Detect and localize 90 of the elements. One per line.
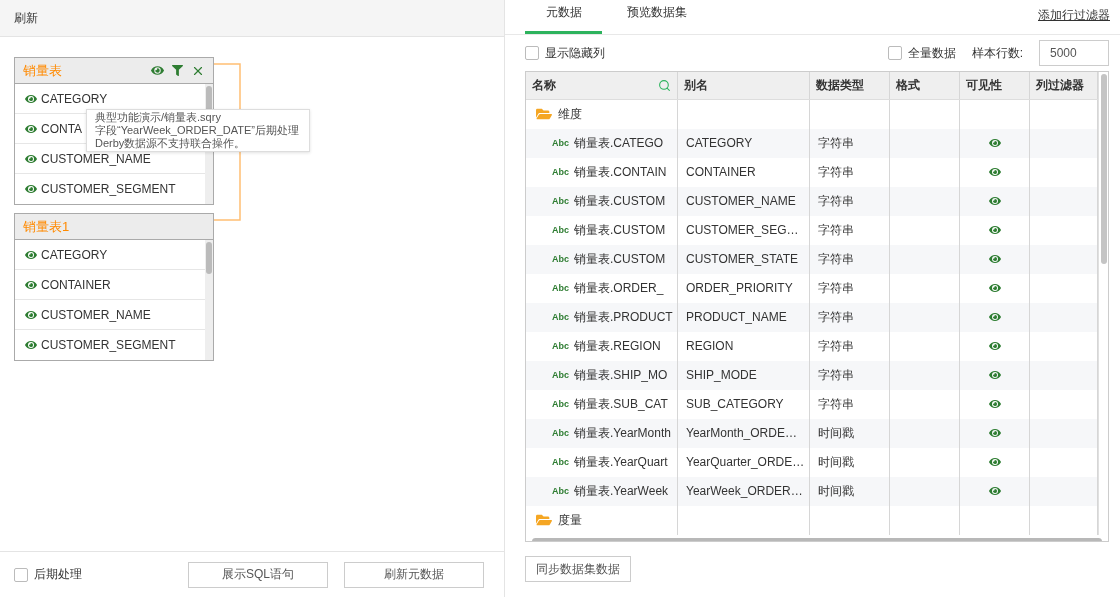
search-icon[interactable] [658,78,671,92]
filter-icon[interactable] [172,65,183,76]
table-cell: SHIP_MODE [678,360,810,390]
table-cell: Abc 销量表.CATEGO [526,128,678,158]
table-cell: Abc 销量表.REGION [526,331,678,361]
type-label: Abc [552,341,569,352]
sample-rows-field[interactable]: 5000 [1039,40,1109,67]
table-cell: REGION [678,331,810,361]
field-name: CUSTOMER_NAME [41,307,151,322]
tab[interactable]: 预览数据集 [618,0,695,35]
table-cell: 字符串 [810,186,890,216]
type-label: Abc [552,167,569,178]
field-name: CUSTOMER_SEGMENT [41,338,176,352]
post-process-checkbox[interactable]: 后期处理 [14,566,82,583]
table-cell: Abc 销量表.YearWeek [526,476,678,506]
field-name: CATEGORY [41,91,108,106]
table-cell: 时间戳 [810,418,890,448]
field-name: CONTAINER [41,277,111,292]
table-cell: YearWeek_ORDER… [678,476,810,506]
show-hidden-checkbox[interactable]: 显示隐藏列 [525,44,605,62]
eye-icon[interactable] [151,64,164,77]
table-cell: CUSTOMER_SEG… [678,215,810,245]
type-label: Abc [552,283,569,294]
table-cell: CUSTOMER_NAME [678,186,810,216]
table-cell: Abc 销量表.SUB_CAT [526,389,678,419]
table-cell: Abc 销量表.CUSTOM [526,244,678,274]
show-sql-button[interactable]: 展示SQL语句 [188,561,328,588]
type-label: Abc [552,457,569,468]
table-cell: 时间戳 [810,476,890,506]
table-cell: PRODUCT_NAME [678,302,810,332]
refresh-metadata-button[interactable]: 刷新元数据 [344,561,484,588]
field-item[interactable]: CUSTOMER_SEGMENT [15,174,205,204]
table-cell: 字符串 [810,273,890,303]
column-header[interactable]: 名称 [526,71,678,99]
table-cell: 字符串 [810,331,890,361]
table-cell: Abc 销量表.CUSTOM [526,186,678,216]
tab[interactable]: 元数据 [525,0,602,35]
table-cell: 字符串 [810,157,890,187]
type-label: Abc [552,399,569,410]
table-node[interactable]: 销量表1 CATEGORY CONTAINER CUSTOMER_NAME CUSTOMER_SEGMENT [14,213,214,361]
column-header[interactable]: 列过滤器 [1030,71,1098,99]
type-label: Abc [552,138,569,149]
full-data-checkbox[interactable]: 全量数据 [887,44,956,62]
table-cell: YearMonth_ORDE… [678,418,810,448]
field-name: CUSTOMER_NAME [41,151,151,166]
table-cell: Abc 销量表.YearQuart [526,447,678,477]
table-cell: 字符串 [810,215,890,245]
table-cell: CONTAINER [678,157,810,187]
type-label: Abc [552,370,569,381]
node-title: 销量表 [23,61,63,80]
type-label: Abc [552,428,569,439]
field-name: CATEGORY [41,247,108,262]
table-cell: CUSTOMER_STATE [678,244,810,274]
table-cell: 字符串 [810,128,890,158]
refresh-link[interactable]: 刷新 [14,9,38,27]
sample-rows-label: 样本行数: [971,44,1023,62]
table-cell: ORDER_PRIORITY [678,273,810,303]
table-cell: 时间戳 [810,447,890,477]
field-name: CUSTOMER_SEGMENT [41,182,176,196]
node-title: 销量表1 [23,217,71,236]
field-name: CONTA [41,121,83,136]
table-cell: 字符串 [810,360,890,390]
column-header[interactable]: 数据类型 [810,71,890,99]
type-label: Abc [552,312,569,323]
type-label: Abc [552,486,569,497]
type-label: Abc [552,254,569,265]
field-item[interactable]: CUSTOMER_SEGMENT [15,330,205,360]
table-cell: CATEGORY [678,128,810,158]
scrollbar[interactable] [1098,71,1108,535]
add-row-filter-link[interactable]: 添加行过滤器 [1038,6,1110,24]
group-row[interactable]: 维度 [526,99,678,129]
type-label: Abc [552,225,569,236]
group-row[interactable]: 度量 [526,505,678,535]
scrollbar[interactable] [205,240,213,360]
table-cell: Abc 销量表.YearMonth [526,418,678,448]
table-cell: Abc 销量表.ORDER_ [526,273,678,303]
table-cell: 字符串 [810,389,890,419]
table-cell: 字符串 [810,244,890,274]
table-cell: SUB_CATEGORY [678,389,810,419]
column-header[interactable]: 可见性 [960,71,1030,99]
column-header[interactable]: 格式 [890,71,960,99]
table-cell: Abc 销量表.CONTAIN [526,157,678,187]
table-cell: YearQuarter_ORDE… [678,447,810,477]
table-cell: 字符串 [810,302,890,332]
type-label: Abc [552,196,569,207]
table-cell: Abc 销量表.SHIP_MO [526,360,678,390]
sync-dataset-button[interactable]: 同步数据集数据 [525,556,631,583]
table-cell: Abc 销量表.PRODUCT [526,302,678,332]
table-cell: Abc 销量表.CUSTOM [526,215,678,245]
column-header[interactable]: 别名 [678,71,810,99]
